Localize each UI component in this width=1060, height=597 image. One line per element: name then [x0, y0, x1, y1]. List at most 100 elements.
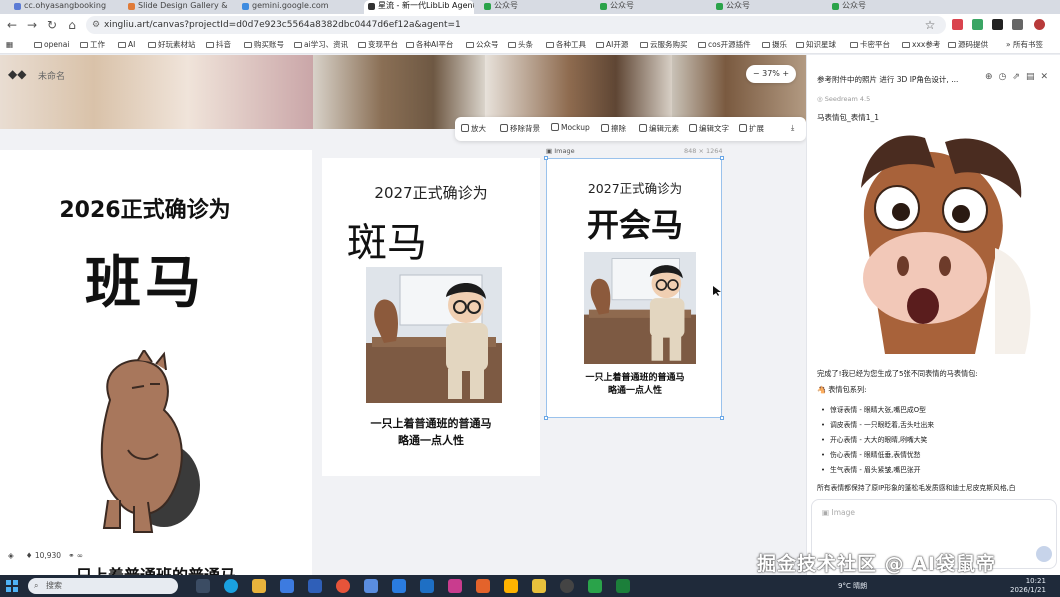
- credits-badge[interactable]: ♦ 10,930: [26, 551, 61, 560]
- bookmark-folder[interactable]: ai学习、资讯: [294, 40, 348, 50]
- address-bar[interactable]: ⚙ xingliu.art/canvas?projectId=d0d7e923c…: [86, 16, 946, 34]
- extension-icon[interactable]: [952, 19, 963, 30]
- taskbar-search[interactable]: ⌕ 搜索: [28, 578, 178, 594]
- strip-image[interactable]: [0, 55, 313, 129]
- browser-tab-active[interactable]: 星流 - 新一代LibLib Agent: [364, 0, 474, 14]
- expand-button[interactable]: 扩展: [739, 123, 764, 134]
- vscode-icon[interactable]: [420, 579, 434, 593]
- bookmark-folder[interactable]: xxx参考: [902, 40, 940, 50]
- send-button[interactable]: [1036, 546, 1052, 562]
- share-icon[interactable]: ⇗: [1012, 72, 1026, 82]
- folder-icon: [902, 42, 910, 48]
- bookmark-folder[interactable]: 公众号: [466, 40, 499, 50]
- bookmark-folder[interactable]: 各种工具: [546, 40, 586, 50]
- explorer-icon[interactable]: [252, 579, 266, 593]
- bookmark-folder[interactable]: AI: [118, 40, 135, 50]
- tab-favicon-icon: [484, 3, 491, 10]
- bookmark-folder[interactable]: 摄乐: [762, 40, 787, 50]
- layers-icon[interactable]: ◈: [8, 551, 14, 560]
- remove-background-button[interactable]: 移除背景: [500, 123, 540, 134]
- browser-tab[interactable]: 公众号: [596, 0, 706, 14]
- app-icon[interactable]: [616, 579, 630, 593]
- weather-widget[interactable]: 9°C 晴朗: [838, 581, 867, 591]
- bookmark-folder[interactable]: 各种AI平台: [406, 40, 453, 50]
- assistant-message: 完成了!我已经为您生成了5张不同表情的马表情包:: [817, 369, 978, 378]
- design-canvas[interactable]: ◆◆ 未命名 − 37% + 放大 移除背景 Mockup 擦除 编辑元素 编辑…: [0, 55, 806, 575]
- edit-elements-button[interactable]: 编辑元素: [639, 123, 679, 134]
- forward-arrow-icon[interactable]: →: [24, 17, 40, 33]
- app-icon[interactable]: [308, 579, 322, 593]
- app-icon[interactable]: [504, 579, 518, 593]
- meme-card-zebra[interactable]: 2027正式确诊为 斑马 一只上着普通班的普通马 略通一点人性: [322, 158, 540, 476]
- browser-tab[interactable]: gemini.google.com: [238, 0, 358, 14]
- new-chat-icon[interactable]: ⊕: [985, 72, 999, 82]
- layout-icon[interactable]: ▤: [1026, 72, 1041, 82]
- wechat-icon[interactable]: [588, 579, 602, 593]
- app-icon[interactable]: [364, 579, 378, 593]
- extensions-puzzle-icon[interactable]: [1012, 19, 1023, 30]
- browser-tab[interactable]: cc.ohyasangbooking: [10, 0, 118, 14]
- bookmark-folder[interactable]: 头条: [508, 40, 533, 50]
- link-icon[interactable]: ⚭: [68, 551, 74, 560]
- resize-handle[interactable]: [720, 156, 724, 160]
- card-title: 2027正式确诊为: [374, 184, 488, 202]
- bookmark-folder[interactable]: cos开源插件: [698, 40, 751, 50]
- app-icon[interactable]: [532, 579, 546, 593]
- bookmark-folder[interactable]: openai: [34, 40, 69, 50]
- extension-icon[interactable]: [972, 19, 983, 30]
- upscale-icon: [461, 124, 469, 132]
- home-icon[interactable]: ⌂: [64, 17, 80, 33]
- app-icon[interactable]: [280, 579, 294, 593]
- resize-handle[interactable]: [544, 416, 548, 420]
- profile-avatar[interactable]: [1034, 19, 1045, 30]
- browser-tab[interactable]: 公众号: [480, 0, 590, 14]
- browser-tab[interactable]: 公众号: [828, 0, 938, 14]
- bookmark-folder[interactable]: 抖音: [206, 40, 231, 50]
- bookmark-folder[interactable]: 购买账号: [244, 40, 284, 50]
- system-clock[interactable]: 10:21 2026/1/21: [1010, 577, 1046, 595]
- app-icon[interactable]: [560, 579, 574, 593]
- star-icon[interactable]: ☆: [922, 17, 938, 33]
- app-icon[interactable]: [448, 579, 462, 593]
- back-arrow-icon[interactable]: ←: [4, 17, 20, 33]
- meme-card-meeting-horse[interactable]: 2027正式确诊为 开会马 一只上着普通班的普通马 略通一点人性: [546, 158, 722, 418]
- all-bookmarks[interactable]: » 所有书签: [1006, 40, 1043, 50]
- card-headline: 班马: [85, 251, 205, 316]
- windows-start-icon[interactable]: [6, 580, 18, 592]
- folder-icon: [118, 42, 126, 48]
- resize-handle[interactable]: [720, 416, 724, 420]
- bookmark-folder[interactable]: 源码提供: [948, 40, 988, 50]
- edge-icon[interactable]: [224, 579, 238, 593]
- bookmark-folder[interactable]: 云服务购买: [640, 40, 688, 50]
- upscale-button[interactable]: 放大: [461, 123, 486, 134]
- close-icon[interactable]: ✕: [1040, 72, 1054, 82]
- attachment-chip[interactable]: ▣ Image: [822, 508, 855, 517]
- bookmark-folder[interactable]: 好玩素材站: [148, 40, 196, 50]
- browser-tab[interactable]: Slide Design Gallery &: [124, 0, 232, 14]
- extension-icon[interactable]: [992, 19, 1003, 30]
- bookmark-folder[interactable]: 知识星球: [796, 40, 836, 50]
- horse-3d-image[interactable]: [825, 128, 1043, 354]
- app-icon[interactable]: [476, 579, 490, 593]
- ie-icon[interactable]: [392, 579, 406, 593]
- bookmark-folder[interactable]: 变现平台: [358, 40, 398, 50]
- bookmark-folder[interactable]: AI开源: [596, 40, 628, 50]
- apps-grid-icon[interactable]: ▦: [6, 40, 13, 50]
- zoom-control[interactable]: − 37% +: [746, 65, 796, 83]
- history-icon[interactable]: ◷: [999, 72, 1013, 82]
- project-name[interactable]: 未命名: [38, 69, 65, 82]
- browser-tab[interactable]: 公众号: [712, 0, 822, 14]
- resize-handle[interactable]: [544, 156, 548, 160]
- meme-card-2026[interactable]: 2026正式确诊为 班马 只上着普通班的普通马: [0, 150, 312, 575]
- task-view-icon[interactable]: [196, 579, 210, 593]
- app-logo-icon[interactable]: ◆◆: [8, 67, 26, 81]
- download-icon[interactable]: ⤓: [791, 123, 794, 133]
- chrome-icon[interactable]: [336, 579, 350, 593]
- bookmark-folder[interactable]: 工作: [80, 40, 105, 50]
- erase-button[interactable]: 擦除: [601, 123, 626, 134]
- expand-icon: [739, 124, 747, 132]
- mockup-button[interactable]: Mockup: [551, 123, 590, 132]
- reload-icon[interactable]: ↻: [44, 17, 60, 33]
- bookmark-folder[interactable]: 卡密平台: [850, 40, 890, 50]
- edit-text-button[interactable]: 编辑文字: [689, 123, 729, 134]
